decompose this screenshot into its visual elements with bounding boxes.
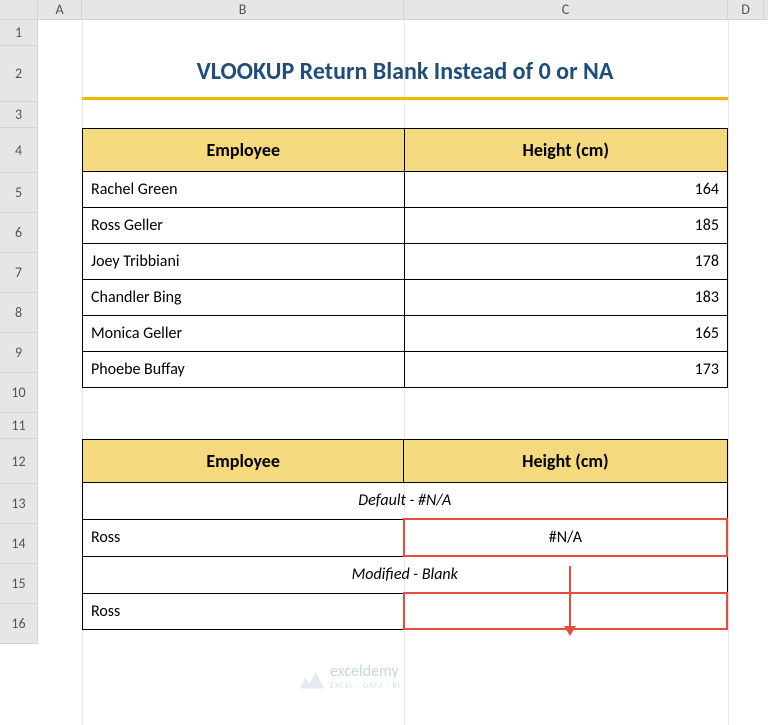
cell-name[interactable]: Chandler Bing	[83, 280, 405, 316]
row-header-5[interactable]: 5	[0, 173, 38, 213]
header-height[interactable]: Height (cm)	[404, 129, 727, 172]
watermark-icon	[300, 665, 324, 689]
row-header-column: 1 2 3 4 5 6 7 8 9 10 11 12 13 14 15 16	[0, 20, 38, 644]
row-header-3[interactable]: 3	[0, 102, 38, 128]
spreadsheet-viewport: A B C D 1 2 3 4 5 6 7 8 9 10 11 12 13 14…	[0, 0, 768, 725]
table-row[interactable]: Ross Geller185	[83, 208, 728, 244]
header-height-2[interactable]: Height (cm)	[404, 440, 727, 483]
section-modified-label[interactable]: Modified - Blank	[83, 556, 728, 593]
table-row[interactable]: Rachel Green164	[83, 172, 728, 208]
cell-height[interactable]: 164	[404, 172, 727, 208]
row-header-15[interactable]: 15	[0, 564, 38, 604]
row-header-8[interactable]: 8	[0, 293, 38, 333]
row-header-16[interactable]: 16	[0, 604, 38, 644]
watermark-text: exceldemy EXCEL · DATA · BI	[330, 662, 401, 691]
table-row[interactable]: Ross #N/A	[83, 519, 728, 556]
cell-lookup-result-na[interactable]: #N/A	[404, 519, 727, 556]
cell-height[interactable]: 165	[404, 316, 727, 352]
row-header-4[interactable]: 4	[0, 128, 38, 173]
row-header-2[interactable]: 2	[0, 46, 38, 102]
col-header-D[interactable]: D	[728, 0, 764, 19]
cell-lookup-result-blank[interactable]	[404, 593, 727, 629]
section-default-label[interactable]: Default - #N/A	[83, 483, 728, 520]
title-text: VLOOKUP Return Blank Instead of 0 or NA	[197, 57, 614, 86]
employee-height-table: Employee Height (cm) Rachel Green164 Ros…	[82, 128, 728, 388]
cell-lookup-name-2[interactable]: Ross	[83, 593, 404, 629]
row-header-6[interactable]: 6	[0, 213, 38, 253]
cell-name[interactable]: Phoebe Buffay	[83, 352, 405, 388]
row-header-11[interactable]: 11	[0, 413, 38, 439]
row-header-9[interactable]: 9	[0, 333, 38, 373]
column-header-bar: A B C D	[0, 0, 768, 20]
row-header-1[interactable]: 1	[0, 20, 38, 46]
row-header-13[interactable]: 13	[0, 484, 38, 524]
col-header-C[interactable]: C	[404, 0, 728, 19]
row-header-10[interactable]: 10	[0, 373, 38, 413]
table-row[interactable]: Phoebe Buffay173	[83, 352, 728, 388]
select-all-corner[interactable]	[0, 0, 38, 19]
row-header-12[interactable]: 12	[0, 439, 38, 484]
col-header-A[interactable]: A	[38, 0, 82, 19]
table-row[interactable]: Ross	[83, 593, 728, 629]
table-row[interactable]: Monica Geller165	[83, 316, 728, 352]
header-employee-2[interactable]: Employee	[83, 440, 404, 483]
header-employee[interactable]: Employee	[83, 129, 405, 172]
cell-height[interactable]: 178	[404, 244, 727, 280]
row-header-14[interactable]: 14	[0, 524, 38, 564]
lookup-result-table: Employee Height (cm) Default - #N/A Ross…	[82, 439, 728, 630]
col-header-B[interactable]: B	[82, 0, 404, 19]
table-row[interactable]: Chandler Bing183	[83, 280, 728, 316]
cell-name[interactable]: Rachel Green	[83, 172, 405, 208]
cell-name[interactable]: Monica Geller	[83, 316, 405, 352]
cell-height[interactable]: 185	[404, 208, 727, 244]
watermark-logo: exceldemy EXCEL · DATA · BI	[300, 662, 470, 691]
table-row[interactable]: Joey Tribbiani178	[83, 244, 728, 280]
cell-height[interactable]: 173	[404, 352, 727, 388]
row-header-7[interactable]: 7	[0, 253, 38, 293]
cell-name[interactable]: Joey Tribbiani	[83, 244, 405, 280]
cell-name[interactable]: Ross Geller	[83, 208, 405, 244]
cell-lookup-name-1[interactable]: Ross	[83, 519, 404, 556]
cell-height[interactable]: 183	[404, 280, 727, 316]
page-title: VLOOKUP Return Blank Instead of 0 or NA	[82, 46, 728, 100]
